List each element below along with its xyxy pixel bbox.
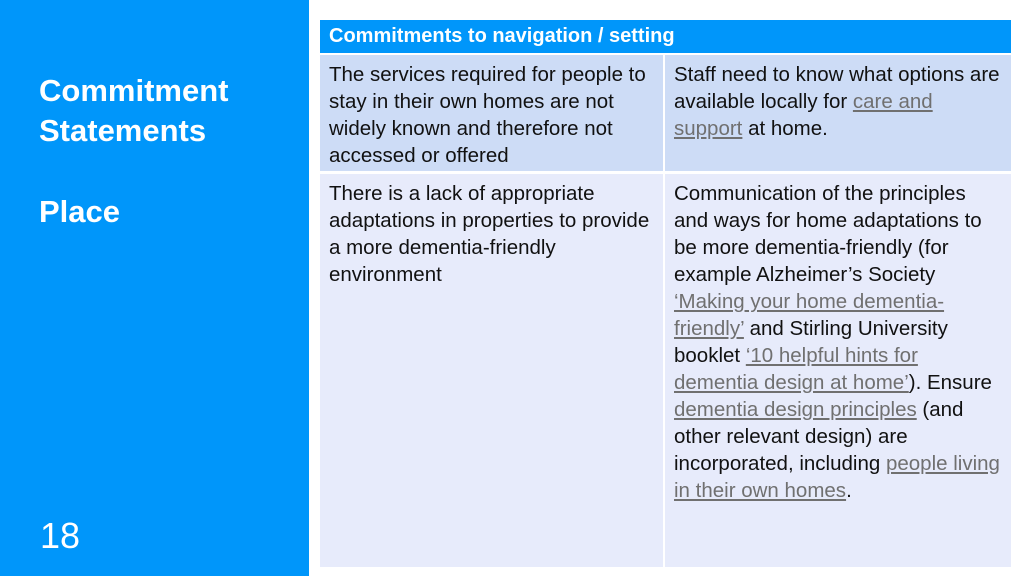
commitment-cell: Communication of the principles and ways… [665, 174, 1011, 567]
sidebar: Commitment Statements Place 18 [0, 0, 309, 576]
page-number: 18 [40, 515, 81, 556]
table-row: The services required for people to stay… [320, 55, 1011, 171]
dementia-design-principles-link[interactable]: dementia design principles [674, 398, 917, 421]
issue-cell: The services required for people to stay… [320, 55, 663, 171]
commitment-text: at home. [742, 117, 828, 140]
section-subtitle: Place [39, 194, 121, 229]
section-title-line2: Statements [39, 113, 207, 148]
commitment-text: Staff need to know what options are avai… [674, 63, 1000, 113]
commitment-text: ). Ensure [908, 371, 992, 394]
table-header: Commitments to navigation / setting [320, 20, 1011, 53]
section-title: Commitment Statements [39, 71, 228, 151]
commitment-text: . [846, 479, 852, 502]
commitment-text: Communication of the principles and ways… [674, 182, 982, 286]
issue-cell: There is a lack of appropriate adaptatio… [320, 174, 663, 567]
commitment-cell: Staff need to know what options are avai… [665, 55, 1011, 171]
table-row: There is a lack of appropriate adaptatio… [320, 174, 1011, 567]
commitments-table: Commitments to navigation / setting The … [320, 20, 1011, 567]
section-title-line1: Commitment [39, 73, 229, 108]
